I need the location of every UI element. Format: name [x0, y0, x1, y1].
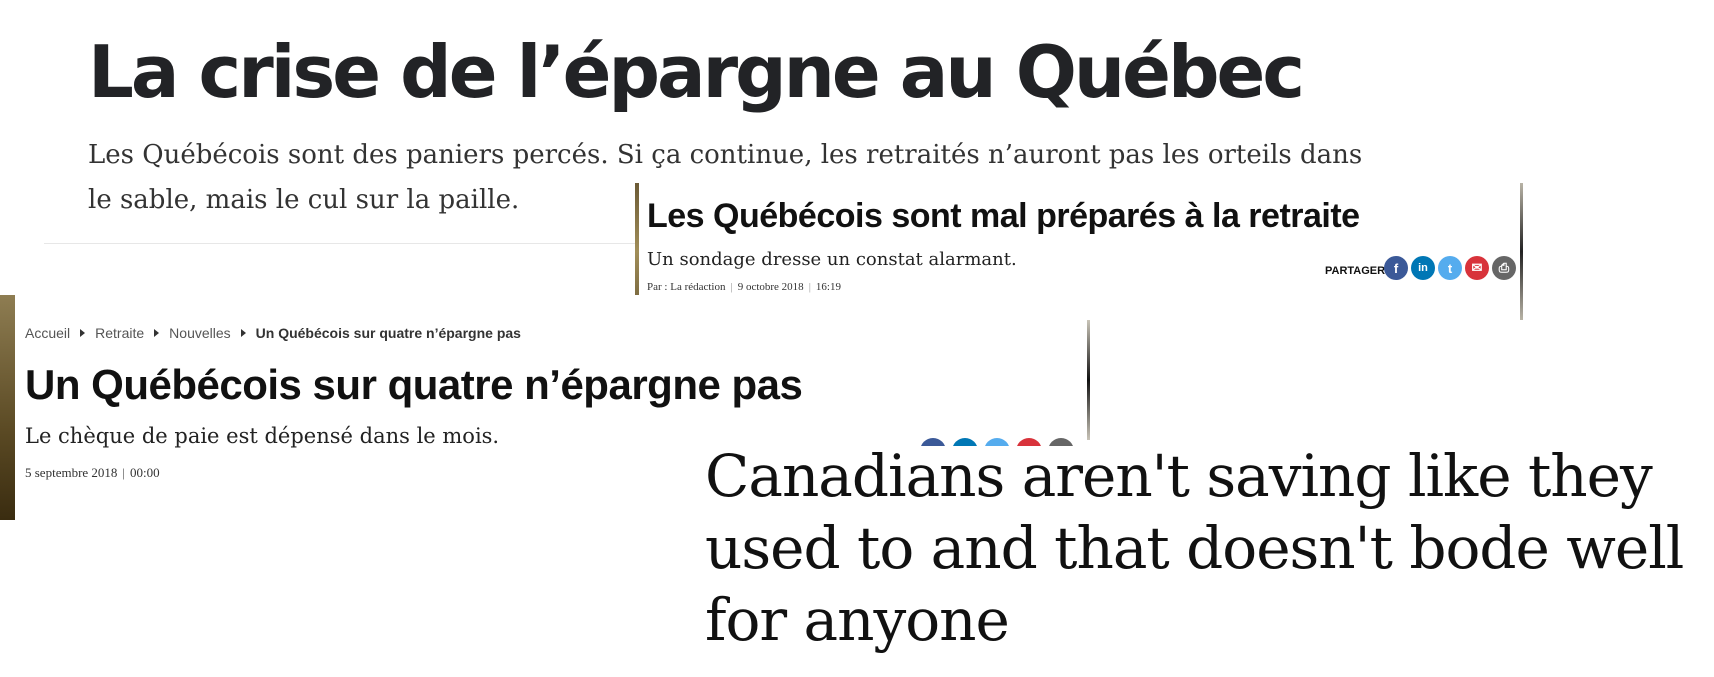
publish-time: 00:00 [130, 465, 160, 480]
breadcrumb-section[interactable]: Retraite [95, 325, 144, 341]
byline: Par : La rédaction [647, 281, 726, 293]
photo-edge-right [1520, 183, 1523, 320]
divider [44, 243, 644, 244]
subheadline: Le chèque de paie est dépensé dans le mo… [25, 424, 500, 448]
headline[interactable]: Les Québécois sont mal préparés à la ret… [647, 197, 1360, 236]
breadcrumb-home[interactable]: Accueil [25, 325, 70, 341]
share-label: PARTAGER [1325, 265, 1386, 277]
article-clip-canadians-saving: Canadians aren't saving like they used t… [705, 440, 1705, 670]
meta-separator: | [122, 465, 126, 480]
email-icon[interactable]: ✉ [1465, 256, 1489, 280]
breadcrumb: Accueil Retraite Nouvelles Un Québécois … [25, 325, 521, 341]
subheadline: Un sondage dresse un constat alarmant. [647, 249, 1017, 270]
share-buttons: f in t ✉ ⎙ [1384, 256, 1516, 280]
print-icon[interactable]: ⎙ [1492, 256, 1516, 280]
article-meta: 5 septembre 2018 | 00:00 [25, 465, 160, 481]
article-meta: Par : La rédaction | 9 octobre 2018 | 16:19 [647, 281, 841, 293]
chevron-right-icon [240, 329, 246, 337]
photo-edge-left [0, 295, 15, 520]
headline: Canadians aren't saving like they used t… [705, 442, 1684, 654]
publish-date: 5 septembre 2018 [25, 465, 118, 480]
meta-separator: | [808, 281, 811, 293]
twitter-icon[interactable]: t [1438, 256, 1462, 280]
publish-time: 16:19 [815, 281, 841, 293]
headline: Un Québécois sur quatre n’épargne pas [25, 361, 803, 408]
publish-date: 9 octobre 2018 [737, 281, 804, 293]
meta-separator: | [730, 281, 733, 293]
linkedin-icon[interactable]: in [1411, 256, 1435, 280]
headline: La crise de l’épargne au Québec [88, 30, 1305, 114]
breadcrumb-current: Un Québécois sur quatre n’épargne pas [255, 325, 521, 341]
chevron-right-icon [154, 329, 160, 337]
photo-edge-right [1087, 320, 1090, 440]
facebook-icon[interactable]: f [1384, 256, 1408, 280]
breadcrumb-subsection[interactable]: Nouvelles [169, 325, 230, 341]
chevron-right-icon [80, 329, 86, 337]
